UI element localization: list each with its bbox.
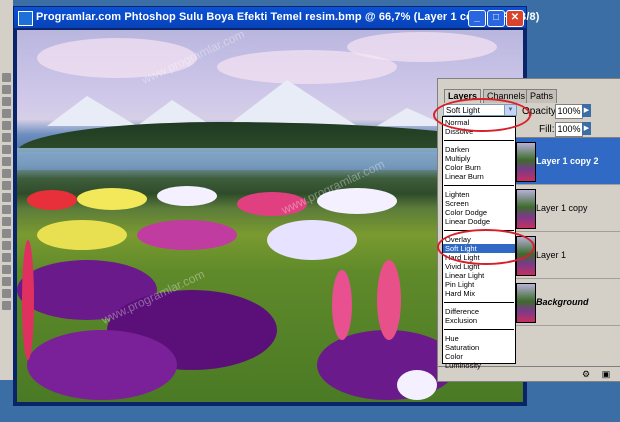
layer-name: Layer 1 <box>536 250 567 260</box>
layer-row[interactable]: Background <box>514 279 620 326</box>
crop-tool-icon[interactable] <box>2 97 11 106</box>
dodge-tool-icon[interactable] <box>2 157 11 166</box>
annotation-ring <box>433 98 531 132</box>
blend-mode-item[interactable]: Color Dodge <box>443 208 515 217</box>
layer-row[interactable]: Layer 1 copy <box>514 185 620 232</box>
layer-row[interactable]: Layer 1 copy 2 <box>514 138 620 185</box>
blend-mode-item[interactable]: Hue <box>443 334 515 343</box>
layer-name: Layer 1 copy 2 <box>536 156 599 166</box>
fill-label: Fill: <box>539 124 555 135</box>
close-button[interactable]: ✕ <box>506 10 524 27</box>
flower <box>157 186 217 206</box>
maximize-button[interactable]: □ <box>487 10 505 27</box>
document-titlebar[interactable]: Programlar.com Phtoshop Sulu Boya Efekti… <box>14 7 539 28</box>
annotation-ring <box>437 229 535 265</box>
flower <box>37 220 127 250</box>
flower <box>22 240 34 360</box>
palette-options-icon[interactable]: ⚙ <box>581 369 591 379</box>
zoom-tool-icon[interactable] <box>2 241 11 250</box>
pen-tool-icon[interactable] <box>2 169 11 178</box>
type-tool-icon[interactable] <box>2 181 11 190</box>
layer-name: Background <box>536 297 589 307</box>
blend-mode-item[interactable]: Lighten <box>443 190 515 199</box>
screen-mode-icon[interactable] <box>2 289 11 298</box>
blend-mode-item[interactable]: Exclusion <box>443 316 515 325</box>
eraser-tool-icon[interactable] <box>2 133 11 142</box>
blend-mode-separator <box>444 140 514 141</box>
flower <box>27 190 77 210</box>
flower <box>377 260 401 340</box>
blend-mode-item[interactable]: Hard Mix <box>443 289 515 298</box>
blend-mode-item[interactable]: Linear Dodge <box>443 217 515 226</box>
stamp-tool-icon[interactable] <box>2 121 11 130</box>
tab-paths[interactable]: Paths <box>526 89 558 103</box>
flower <box>267 220 357 260</box>
brush-tool-icon[interactable] <box>2 109 11 118</box>
notes-tool-icon[interactable] <box>2 205 11 214</box>
gradient-tool-icon[interactable] <box>2 145 11 154</box>
hand-tool-icon[interactable] <box>2 229 11 238</box>
lasso-tool-icon[interactable] <box>2 85 11 94</box>
shape-tool-icon[interactable] <box>2 193 11 202</box>
blend-mode-item[interactable]: Screen <box>443 199 515 208</box>
blend-mode-item[interactable]: Darken <box>443 145 515 154</box>
jump-to-imageready-icon[interactable] <box>2 301 11 310</box>
flower <box>137 220 237 250</box>
layer-thumbnail <box>516 189 536 229</box>
background-color-icon[interactable] <box>2 265 11 274</box>
blend-mode-separator <box>444 185 514 186</box>
flower <box>332 270 352 340</box>
mountain <box>227 80 357 126</box>
quickmask-icon[interactable] <box>2 277 11 286</box>
blend-mode-item[interactable]: Color Burn <box>443 163 515 172</box>
blend-mode-item[interactable]: Pin Light <box>443 280 515 289</box>
flower <box>27 330 177 400</box>
minimize-button[interactable]: _ <box>468 10 486 27</box>
blend-mode-separator <box>444 302 514 303</box>
opacity-input[interactable]: 100% <box>555 104 583 119</box>
opacity-slider-button[interactable]: ▶ <box>582 104 591 117</box>
eyedropper-tool-icon[interactable] <box>2 217 11 226</box>
document-title: Programlar.com Phtoshop Sulu Boya Efekti… <box>36 11 540 23</box>
fill-slider-button[interactable]: ▶ <box>582 122 591 135</box>
blend-mode-separator <box>444 329 514 330</box>
blend-mode-item[interactable]: Saturation <box>443 343 515 352</box>
move-tool-icon[interactable] <box>2 73 11 82</box>
flower <box>397 370 437 400</box>
layer-thumbnail <box>516 142 536 182</box>
fill-input[interactable]: 100% <box>555 122 583 137</box>
flower <box>77 188 147 210</box>
toolbox-top <box>0 0 13 70</box>
mountain <box>47 96 137 126</box>
cloud <box>347 32 497 62</box>
foreground-color-icon[interactable] <box>2 253 11 262</box>
blend-mode-item[interactable]: Linear Light <box>443 271 515 280</box>
blend-mode-item[interactable]: Color <box>443 352 515 361</box>
layer-name: Layer 1 copy <box>536 203 588 213</box>
blend-mode-item[interactable]: Linear Burn <box>443 172 515 181</box>
blend-mode-item[interactable]: Luminosity <box>443 361 515 370</box>
blend-mode-item[interactable]: Difference <box>443 307 515 316</box>
document-icon <box>18 11 33 26</box>
layer-thumbnail <box>516 283 536 323</box>
toolbox <box>0 70 14 380</box>
blend-mode-item[interactable]: Multiply <box>443 154 515 163</box>
new-layer-icon[interactable]: ▣ <box>601 369 611 379</box>
